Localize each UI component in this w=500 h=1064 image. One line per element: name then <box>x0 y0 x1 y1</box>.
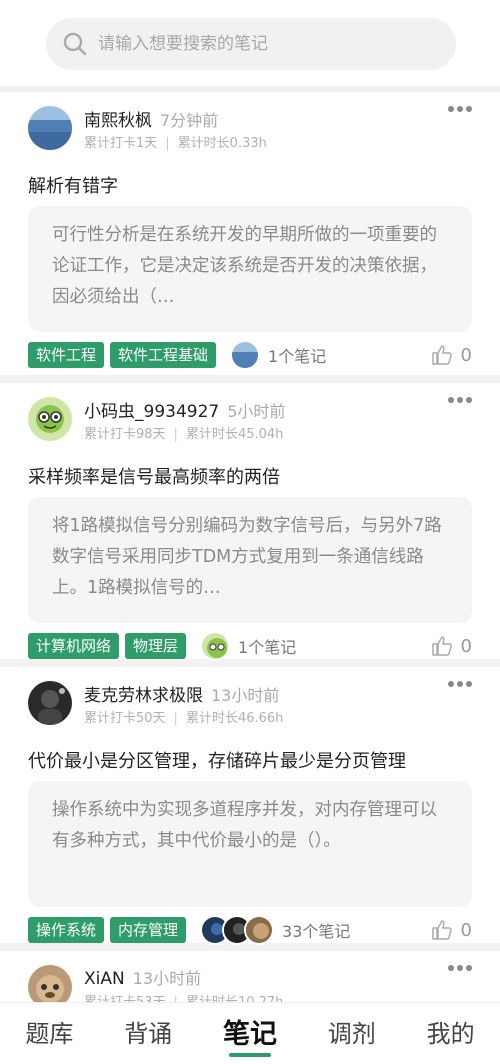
card-footer: 计算机网络 物理层 1个笔记 0 <box>28 631 472 661</box>
more-icon[interactable] <box>448 106 472 114</box>
mini-avatar <box>244 915 275 945</box>
note-card[interactable]: 小码虫_9934927 5小时前 累计打卡98天 | 累计时长45.04h 采样频率是… <box>0 383 500 661</box>
thumbs-up-icon <box>431 345 452 365</box>
search-icon <box>62 31 88 57</box>
mini-avatar <box>200 631 231 661</box>
note-excerpt[interactable]: 操作系统中为实现多道程序并发，对内存管理可以有多种方式，其中代价最小的是（）。 <box>28 781 472 907</box>
post-time: 5小时前 <box>227 402 286 421</box>
note-count[interactable]: 1个笔记 <box>230 340 326 370</box>
post-time: 13小时前 <box>132 969 202 988</box>
note-feed: 南熙秋枫 7分钟前 累计打卡1天 | 累计时长0.33h 解析有错字 可行性分析是在系… <box>0 92 500 1039</box>
avatar[interactable] <box>28 397 72 441</box>
search-header <box>0 0 500 86</box>
tab-recite[interactable]: 背诵 <box>124 1014 172 1053</box>
mini-avatar <box>230 340 261 370</box>
tab-notes[interactable]: 笔记 <box>223 1012 277 1057</box>
card-footer: 软件工程 软件工程基础 1个笔记 0 <box>28 340 472 370</box>
note-card[interactable]: 麦克劳林求极限 13小时前 累计打卡50天 | 累计时长46.66h 代价最小是分区管… <box>0 667 500 945</box>
note-title[interactable]: 采样频率是信号最高频率的两倍 <box>28 463 280 489</box>
note-count[interactable]: 33个笔记 <box>200 915 350 945</box>
tag[interactable]: 操作系统 <box>28 917 105 943</box>
note-card[interactable]: 南熙秋枫 7分钟前 累计打卡1天 | 累计时长0.33h 解析有错字 可行性分析是在系… <box>0 92 500 375</box>
more-icon[interactable] <box>448 397 472 405</box>
like-button[interactable]: 0 <box>431 635 472 657</box>
user-name[interactable]: 小码虫_9934927 5小时前 <box>84 397 285 422</box>
tag[interactable]: 软件工程基础 <box>110 342 217 368</box>
note-excerpt[interactable]: 可行性分析是在系统开发的早期所做的一项重要的论证工作，它是决定该系统是否开发的决… <box>28 206 472 332</box>
user-name[interactable]: 麦克劳林求极限 13小时前 <box>84 681 279 706</box>
tab-question-bank[interactable]: 题库 <box>25 1014 73 1053</box>
note-count[interactable]: 1个笔记 <box>200 631 296 661</box>
tag[interactable]: 软件工程 <box>28 342 105 368</box>
search-input[interactable] <box>98 34 418 54</box>
search-bar[interactable] <box>46 18 456 70</box>
card-footer: 操作系统 内存管理 33个笔记 0 <box>28 915 472 945</box>
note-title[interactable]: 代价最小是分区管理，存储碎片最少是分页管理 <box>28 747 406 773</box>
bottom-tab-bar: 题库 背诵 笔记 调剂 我的 <box>0 1002 500 1064</box>
tag[interactable]: 物理层 <box>125 633 187 659</box>
more-icon[interactable] <box>448 965 472 973</box>
user-stats: 累计打卡98天 | 累计时长45.04h <box>84 427 284 442</box>
like-button[interactable]: 0 <box>431 919 472 941</box>
thumbs-up-icon <box>431 920 452 940</box>
more-icon[interactable] <box>448 681 472 689</box>
avatar[interactable] <box>28 106 72 150</box>
tab-adjust[interactable]: 调剂 <box>328 1014 376 1053</box>
post-time: 13小时前 <box>211 686 280 705</box>
user-stats: 累计打卡1天 | 累计时长0.33h <box>84 136 267 151</box>
tag[interactable]: 计算机网络 <box>28 633 120 659</box>
note-title[interactable]: 解析有错字 <box>28 172 118 198</box>
thumbs-up-icon <box>431 636 452 656</box>
user-stats: 累计打卡50天 | 累计时长46.66h <box>84 711 284 726</box>
user-name[interactable]: XiAN 13小时前 <box>84 965 201 989</box>
tag[interactable]: 内存管理 <box>110 917 187 943</box>
avatar[interactable] <box>28 681 72 725</box>
like-button[interactable]: 0 <box>431 344 472 366</box>
note-excerpt[interactable]: 将1路模拟信号分别编码为数字信号后，与另外7路数字信号采用同步TDM方式复用到一… <box>28 497 472 623</box>
tab-mine[interactable]: 我的 <box>427 1014 475 1053</box>
post-time: 7分钟前 <box>160 111 219 130</box>
user-name[interactable]: 南熙秋枫 7分钟前 <box>84 106 218 131</box>
